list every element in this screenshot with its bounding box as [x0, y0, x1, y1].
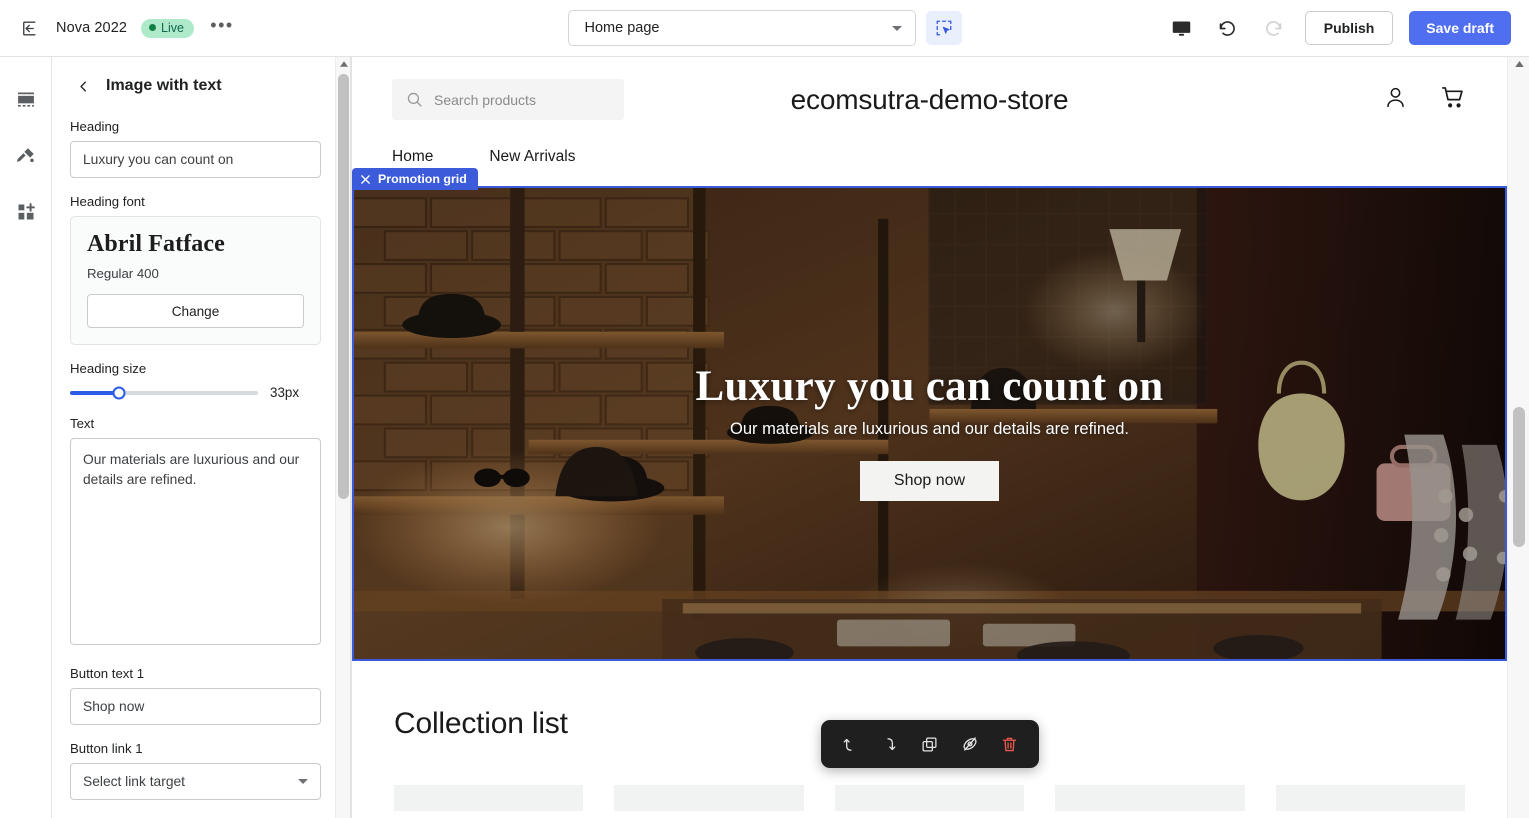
status-dot-icon	[149, 24, 157, 31]
heading-size-label: Heading size	[70, 361, 147, 376]
storefront-top-inner: Search products ecomsutra-demo-store	[392, 79, 1467, 120]
button-link-label: Button link 1	[70, 741, 143, 756]
scroll-up-arrow-icon[interactable]	[1508, 57, 1529, 71]
delete-trash-icon[interactable]	[993, 729, 1027, 759]
nav-item-home[interactable]: Home	[392, 148, 433, 166]
top-bar-center: Home page	[567, 10, 962, 46]
shopping-cart-icon[interactable]	[1440, 84, 1467, 116]
button-link-group: Button link 1 Select link target	[70, 741, 321, 800]
search-input[interactable]: Search products	[392, 79, 624, 120]
move-up-icon[interactable]	[833, 729, 867, 759]
heading-field-group: Heading	[70, 119, 321, 178]
hero-banner[interactable]: Luxury you can count on Our materials ar…	[352, 186, 1507, 661]
select-element-icon[interactable]	[925, 11, 962, 45]
chevron-left-icon[interactable]	[72, 75, 94, 97]
font-preview-card: Abril Fatface Regular 400 Change	[70, 216, 321, 345]
storefront-icons	[1383, 84, 1467, 116]
search-icon	[407, 92, 422, 107]
heading-font-label: Heading font	[70, 194, 145, 209]
save-draft-button[interactable]: Save draft	[1409, 11, 1511, 45]
storefront-header: Search products ecomsutra-demo-store Hom…	[352, 57, 1507, 166]
top-bar-left: Nova 2022 Live •••	[0, 14, 236, 42]
collection-card[interactable]	[394, 785, 584, 811]
chevron-down-icon	[891, 25, 902, 31]
sections-icon[interactable]	[9, 83, 43, 117]
scroll-up-arrow-icon[interactable]	[336, 57, 350, 71]
storefront-top-row: Search products ecomsutra-demo-store	[392, 79, 1467, 120]
sidebar-scrollbar[interactable]	[335, 57, 350, 818]
desktop-monitor-icon[interactable]	[1167, 13, 1197, 43]
nav-item-new-arrivals[interactable]: New Arrivals	[489, 148, 575, 166]
undo-icon[interactable]	[1213, 13, 1243, 43]
redo-icon[interactable]	[1259, 13, 1289, 43]
collection-card[interactable]	[834, 785, 1025, 811]
heading-label: Heading	[70, 119, 120, 134]
shop-name: Nova 2022	[56, 20, 128, 36]
search-placeholder: Search products	[434, 91, 536, 108]
hero-overlay: Luxury you can count on Our materials ar…	[354, 188, 1505, 659]
text-label: Text	[70, 416, 95, 431]
hide-eye-slash-icon[interactable]	[953, 729, 987, 759]
panel-title: Image with text	[106, 77, 222, 94]
button-text-input[interactable]	[70, 688, 321, 725]
sidebar-scrollbar-thumb[interactable]	[338, 74, 349, 499]
preview-pane: Search products ecomsutra-demo-store Hom…	[351, 57, 1529, 818]
chevron-down-icon	[298, 779, 308, 784]
hero-subtitle: Our materials are luxurious and our deta…	[730, 420, 1129, 438]
button-text-label: Button text 1	[70, 666, 145, 681]
storefront-preview: Search products ecomsutra-demo-store Hom…	[351, 57, 1507, 818]
theme-settings-icon[interactable]	[9, 139, 43, 173]
publish-button[interactable]: Publish	[1304, 11, 1394, 45]
heading-size-slider[interactable]: 33px	[70, 385, 315, 400]
close-x-icon	[361, 174, 370, 184]
hero-shop-now-button[interactable]: Shop now	[859, 461, 1000, 501]
move-down-icon[interactable]	[873, 729, 907, 759]
collection-card[interactable]	[1275, 785, 1466, 811]
promotion-grid-section: Promotion grid Luxury you can count on O…	[352, 168, 1507, 661]
slider-knob[interactable]	[112, 386, 126, 399]
panel-header: Image with text	[70, 75, 315, 97]
slider-track[interactable]	[70, 386, 258, 399]
change-font-button[interactable]: Change	[87, 294, 304, 328]
add-blocks-icon[interactable]	[9, 195, 43, 229]
collection-card[interactable]	[1055, 785, 1245, 811]
top-bar: Nova 2022 Live ••• Home page Publish Sav…	[0, 0, 1529, 57]
duplicate-icon[interactable]	[913, 729, 947, 759]
theme-editor-app: Nova 2022 Live ••• Home page Publish Sav…	[0, 0, 1529, 818]
section-floating-toolbar	[820, 720, 1039, 768]
editor-body: Image with text Heading Heading font Abr…	[0, 57, 1529, 818]
page-selector[interactable]: Home page	[567, 10, 916, 46]
settings-sidebar: Image with text Heading Heading font Abr…	[52, 57, 351, 818]
text-textarea[interactable]	[70, 438, 321, 645]
icon-rail	[0, 57, 52, 818]
collection-card-row	[394, 785, 1466, 811]
heading-size-group: Heading size 33px	[70, 361, 315, 400]
user-account-icon[interactable]	[1383, 85, 1408, 115]
button-link-select[interactable]: Select link target	[70, 763, 321, 800]
button-text-group: Button text 1	[70, 666, 321, 725]
button-link-value: Select link target	[83, 774, 185, 789]
hero-title: Luxury you can count on	[695, 363, 1164, 410]
collection-card[interactable]	[614, 785, 804, 811]
section-tag-promotion-grid[interactable]: Promotion grid	[352, 168, 478, 190]
heading-font-group: Heading font Abril Fatface Regular 400 C…	[70, 194, 321, 345]
exit-arrow-icon[interactable]	[14, 14, 42, 42]
font-name: Abril Fatface	[87, 231, 225, 257]
status-badge-label: Live	[161, 20, 184, 35]
page-selector-value: Home page	[584, 20, 660, 36]
preview-scrollbar[interactable]	[1507, 57, 1529, 818]
preview-scrollbar-thumb[interactable]	[1513, 407, 1525, 547]
store-name: ecomsutra-demo-store	[790, 83, 1069, 115]
more-options-button[interactable]: •••	[208, 15, 236, 41]
top-bar-right: Publish Save draft	[1167, 11, 1529, 45]
heading-input[interactable]	[70, 141, 321, 178]
section-tag-label: Promotion grid	[378, 172, 467, 186]
heading-size-value: 33px	[270, 385, 300, 400]
settings-sidebar-content: Image with text Heading Heading font Abr…	[52, 57, 337, 818]
storefront-nav: Home New Arrivals	[392, 148, 1467, 166]
status-badge: Live	[141, 18, 194, 38]
text-field-group: Text	[70, 416, 321, 650]
font-weight: Regular 400	[87, 266, 159, 281]
